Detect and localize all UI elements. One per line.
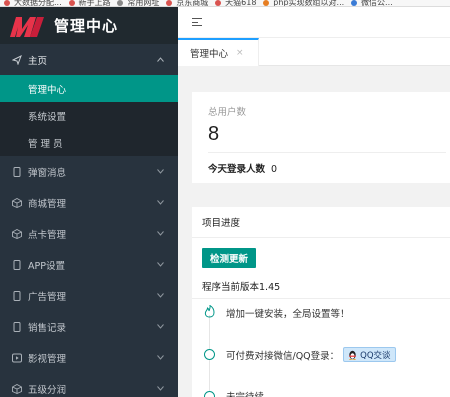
bookmark-icon <box>166 0 173 6</box>
cube-icon <box>12 197 22 208</box>
menu-home[interactable]: 主页 <box>0 44 178 75</box>
chevron-down-icon <box>157 199 164 206</box>
timeline-dot <box>204 349 215 360</box>
bookmark-item[interactable]: php实现数组以对... <box>273 0 344 6</box>
bookmark-icon <box>4 0 10 6</box>
menu-label: 主页 <box>28 55 48 67</box>
submenu-home: 管理中心 系统设置 管 理 员 <box>0 75 178 156</box>
total-users-value: 8 <box>208 123 220 145</box>
stats-card: 总用户数 8 今天登录人数 0 <box>192 92 450 183</box>
timeline-item: 可付费对接微信/QQ登录： QQ交谈 <box>202 347 396 362</box>
qq-chat-label: QQ交谈 <box>360 350 391 361</box>
menu-label: 点卡管理 <box>28 229 67 241</box>
sidebar: 管理中心 主页 管理中心 系统设置 管 理 员 弹窗消息 商城管理 点卡管理 A… <box>0 7 178 397</box>
play-icon <box>12 353 22 363</box>
progress-card: 项目进度 检测更新 程序当前版本1.45 增加一键安装，全局设置等！ 可付费对接… <box>192 207 450 397</box>
phone-icon <box>12 166 22 177</box>
cube-icon <box>12 228 22 239</box>
progress-card-title: 项目进度 <box>192 207 450 238</box>
bookmark-item[interactable]: 京东商城 <box>176 0 208 6</box>
submenu-item-settings[interactable]: 系统设置 <box>0 102 178 129</box>
bookmark-item[interactable]: 天猫618 <box>225 0 256 6</box>
check-update-button[interactable]: 检测更新 <box>202 248 257 268</box>
chevron-down-icon <box>157 261 164 268</box>
chevron-down-icon <box>157 354 164 361</box>
timeline-text: 可付费对接微信/QQ登录： <box>226 350 340 362</box>
tab-bar: 管理中心 × <box>178 38 450 66</box>
bookmark-item[interactable]: 新手上路 <box>79 0 111 6</box>
today-login-row: 今天登录人数 0 <box>208 161 450 175</box>
close-icon[interactable]: × <box>236 48 244 58</box>
menu-ads[interactable]: 广告管理 <box>0 280 178 311</box>
timeline-text: 未完待续…… <box>226 389 283 397</box>
topbar <box>178 7 450 38</box>
menu-video[interactable]: 影视管理 <box>0 342 178 373</box>
bookmark-icon <box>215 0 222 6</box>
menu-app-settings[interactable]: APP设置 <box>0 249 178 280</box>
divider <box>208 152 446 153</box>
chevron-down-icon <box>157 385 164 392</box>
bookmarks-bar: 大数据分配... 新手上路 常用网址 京东商城 天猫618 php实现数组以对.… <box>0 0 450 7</box>
menu-label: 五级分润 <box>28 384 67 396</box>
timeline-item: 增加一键安装，全局设置等！ <box>202 304 350 320</box>
chevron-up-icon <box>157 56 164 63</box>
tab-dashboard[interactable]: 管理中心 × <box>178 38 259 66</box>
today-login-value: 0 <box>271 164 278 175</box>
total-users-label: 总用户数 <box>208 107 247 118</box>
bookmark-item[interactable]: 大数据分配... <box>14 0 62 6</box>
bookmark-item[interactable]: 常用网址 <box>127 0 159 6</box>
flame-icon <box>202 304 217 320</box>
logo-text: 管理中心 <box>54 17 119 35</box>
paper-plane-icon <box>12 54 22 65</box>
phone-icon <box>12 290 22 301</box>
bookmark-icon <box>68 0 75 6</box>
submenu-item-dashboard[interactable]: 管理中心 <box>0 75 178 102</box>
phone-icon <box>12 259 22 270</box>
chevron-down-icon <box>157 323 164 330</box>
menu-sales-records[interactable]: 销售记录 <box>0 311 178 342</box>
cube-icon <box>12 383 22 394</box>
timeline-item: 未完待续…… <box>202 389 283 397</box>
menu-toggle-icon[interactable] <box>192 18 202 26</box>
submenu-item-admins[interactable]: 管 理 员 <box>0 129 178 156</box>
bookmark-icon <box>263 0 270 6</box>
logo-m-icon <box>10 16 44 37</box>
bookmark-icon <box>351 0 358 6</box>
menu-popup-messages[interactable]: 弹窗消息 <box>0 156 178 187</box>
today-login-label: 今天登录人数 <box>208 164 266 175</box>
menu-label: 弹窗消息 <box>28 167 67 179</box>
menu-card-codes[interactable]: 点卡管理 <box>0 218 178 249</box>
chevron-down-icon <box>157 168 164 175</box>
menu-profit-sharing[interactable]: 五级分润 <box>0 373 178 397</box>
menu-label: 销售记录 <box>28 322 67 334</box>
phone-icon <box>12 321 22 332</box>
qq-penguin-icon <box>349 350 357 360</box>
menu-label: 广告管理 <box>28 291 67 303</box>
main-content: 管理中心 × 总用户数 8 今天登录人数 0 项目进度 检测更新 程序当前版本1.… <box>178 7 450 397</box>
divider <box>192 298 450 299</box>
bookmark-item[interactable]: 微信公... <box>361 0 393 6</box>
logo-bar: 管理中心 <box>0 7 178 44</box>
version-text: 程序当前版本1.45 <box>202 282 281 293</box>
chevron-down-icon <box>157 292 164 299</box>
menu-label: APP设置 <box>28 260 65 272</box>
menu-label: 影视管理 <box>28 353 67 365</box>
qq-chat-button[interactable]: QQ交谈 <box>343 347 396 362</box>
timeline-text: 增加一键安装，全局设置等！ <box>226 308 350 320</box>
tab-label: 管理中心 <box>190 49 229 60</box>
timeline-dot <box>204 390 215 397</box>
menu-mall[interactable]: 商城管理 <box>0 187 178 218</box>
bookmark-icon <box>117 0 124 6</box>
menu-label: 商城管理 <box>28 198 67 210</box>
chevron-down-icon <box>157 230 164 237</box>
